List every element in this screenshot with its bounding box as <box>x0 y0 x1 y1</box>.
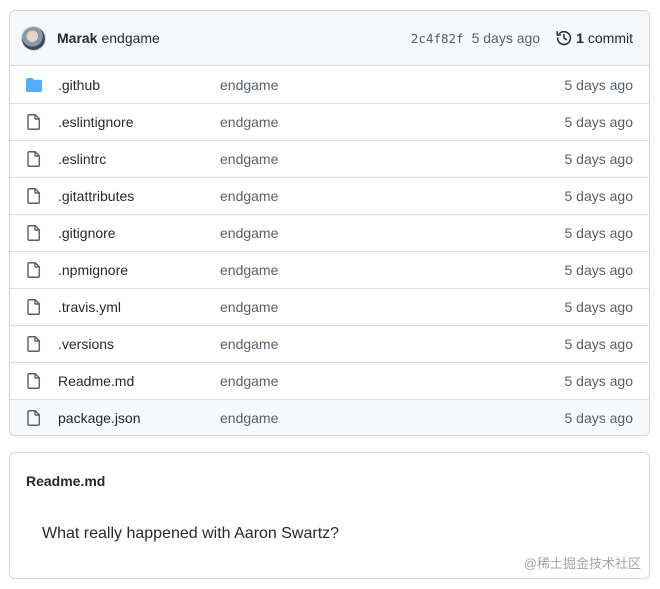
file-commit-date: 5 days ago <box>564 114 634 130</box>
file-commit-date: 5 days ago <box>564 336 634 352</box>
file-icon <box>26 151 42 167</box>
file-row[interactable]: .gitattributes endgame 5 days ago <box>10 177 649 214</box>
file-name-link[interactable]: .eslintrc <box>58 151 220 167</box>
file-commit-message[interactable]: endgame <box>220 77 565 93</box>
file-icon <box>26 262 42 278</box>
file-name-link[interactable]: Readme.md <box>58 373 220 389</box>
file-commit-date: 5 days ago <box>564 262 634 278</box>
file-name-link[interactable]: .eslintignore <box>58 114 220 130</box>
file-commit-date: 5 days ago <box>564 410 634 426</box>
file-icon <box>26 336 42 352</box>
file-icon <box>26 410 42 426</box>
file-commit-date: 5 days ago <box>564 373 634 389</box>
commit-message[interactable]: endgame <box>101 30 159 46</box>
author-avatar[interactable] <box>21 25 46 51</box>
watermark: @稀土掘金技术社区 <box>523 556 641 571</box>
readme-content: What really happened with Aaron Swartz? <box>42 525 340 542</box>
file-name-link[interactable]: package.json <box>58 410 220 426</box>
file-icon <box>26 188 42 204</box>
file-commit-message[interactable]: endgame <box>220 262 565 278</box>
folder-icon <box>26 77 42 93</box>
file-row[interactable]: .github endgame 5 days ago <box>10 66 649 103</box>
file-row[interactable]: Readme.md endgame 5 days ago <box>10 362 649 399</box>
file-commit-date: 5 days ago <box>564 76 634 93</box>
file-name-link[interactable]: .gitignore <box>58 225 220 241</box>
file-commit-message[interactable]: endgame <box>220 299 565 315</box>
commit-age: 5 days ago <box>471 30 541 46</box>
file-name-link[interactable]: .gitattributes <box>58 188 220 204</box>
file-commit-date: 5 days ago <box>564 225 634 241</box>
file-commit-message[interactable]: endgame <box>220 188 565 204</box>
file-list: .github endgame 5 days ago .eslintignore end… <box>10 66 649 435</box>
file-commit-date: 5 days ago <box>564 151 634 167</box>
commit-author[interactable]: Marak <box>57 30 97 46</box>
readme-panel: Readme.md What really happened with Aaro… <box>9 452 650 579</box>
commit-history-link[interactable]: 1 commit <box>556 30 633 46</box>
file-commit-date: 5 days ago <box>564 188 634 204</box>
file-commit-date: 5 days ago <box>564 299 634 315</box>
file-name-link[interactable]: .travis.yml <box>58 299 220 315</box>
readme-title[interactable]: Readme.md <box>26 473 105 489</box>
file-commit-message[interactable]: endgame <box>220 373 565 389</box>
file-row[interactable]: .eslintrc endgame 5 days ago <box>10 140 649 177</box>
file-row[interactable]: package.json endgame 5 days ago <box>10 399 649 435</box>
file-commit-message[interactable]: endgame <box>220 151 565 167</box>
file-commit-message[interactable]: endgame <box>220 225 565 241</box>
file-commit-message[interactable]: endgame <box>220 336 565 352</box>
file-row[interactable]: .travis.yml endgame 5 days ago <box>10 288 649 325</box>
file-name-link[interactable]: .versions <box>58 336 220 352</box>
file-icon <box>26 114 42 130</box>
file-row[interactable]: .npmignore endgame 5 days ago <box>10 251 649 288</box>
file-name-link[interactable]: .npmignore <box>58 262 220 278</box>
commit-count-label: commit <box>587 30 633 46</box>
file-row[interactable]: .gitignore endgame 5 days ago <box>10 214 649 251</box>
file-icon <box>26 225 42 241</box>
commit-count: 1 <box>576 30 584 46</box>
latest-commit-bar: Marak endgame 2c4f82f 5 days ago 1 commi… <box>10 11 649 66</box>
file-commit-message[interactable]: endgame <box>220 410 565 426</box>
file-row[interactable]: .versions endgame 5 days ago <box>10 325 649 362</box>
history-icon <box>556 30 572 46</box>
commit-sha[interactable]: 2c4f82f <box>411 31 464 46</box>
file-icon <box>26 373 42 389</box>
file-row[interactable]: .eslintignore endgame 5 days ago <box>10 103 649 140</box>
file-icon <box>26 299 42 315</box>
file-browser: Marak endgame 2c4f82f 5 days ago 1 commi… <box>9 10 650 436</box>
file-name-link[interactable]: .github <box>58 77 220 93</box>
file-commit-message[interactable]: endgame <box>220 114 565 130</box>
